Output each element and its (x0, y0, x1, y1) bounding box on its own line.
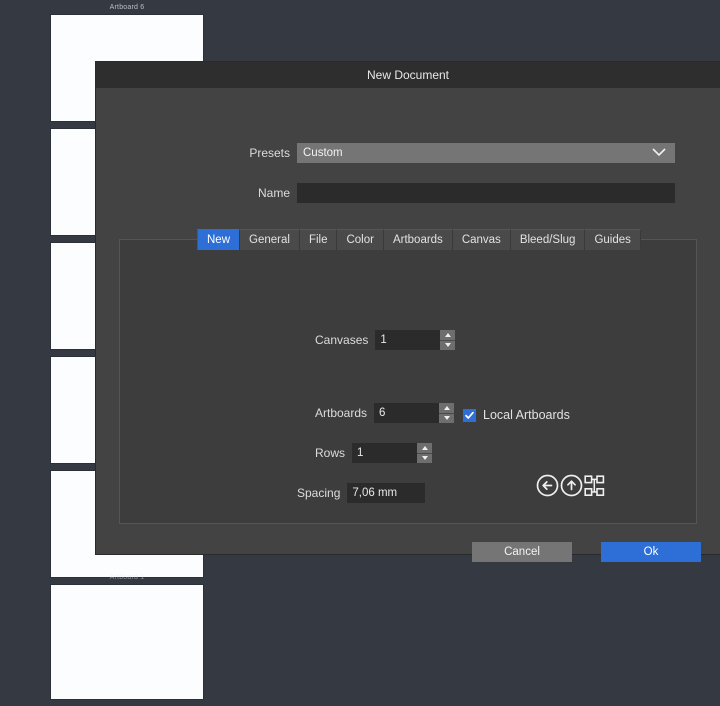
tab-label: New (207, 234, 231, 246)
local-artboards-label: Local Artboards (483, 408, 570, 422)
check-icon (465, 411, 474, 419)
dialog-tabbar: New General File Color Artboards Canvas Bleed/… (197, 229, 641, 250)
tab-label: Color (346, 234, 374, 246)
tab-artboards[interactable]: Artboards (383, 229, 453, 250)
chevron-down-icon (651, 144, 667, 162)
tab-label: Artboards (392, 234, 443, 246)
canvases-stepper-down[interactable] (440, 341, 455, 351)
spacing-label: Spacing (297, 486, 341, 500)
ok-button[interactable]: Ok (601, 542, 701, 562)
rows-stepper-down[interactable] (417, 454, 432, 464)
tab-bleed-slug[interactable]: Bleed/Slug (510, 229, 586, 250)
tab-new[interactable]: New (197, 229, 241, 250)
new-document-dialog: New Document Presets Custom Name New Gene… (96, 62, 720, 562)
presets-select[interactable]: Custom (297, 143, 675, 163)
tab-canvas[interactable]: Canvas (452, 229, 511, 250)
name-input[interactable] (297, 183, 675, 203)
rows-label: Rows (315, 446, 346, 460)
rows-stepper-up[interactable] (417, 443, 433, 454)
tab-label: Bleed/Slug (519, 234, 576, 246)
rows-value: 1 (357, 447, 364, 459)
artboards-stepper-down[interactable] (439, 414, 454, 424)
presets-row: Presets Custom (96, 143, 720, 163)
canvases-label: Canvases (315, 333, 369, 347)
artboards-label: Artboards (315, 406, 368, 420)
artboards-value: 6 (379, 407, 386, 419)
name-row: Name (96, 183, 720, 203)
tab-guides[interactable]: Guides (585, 229, 641, 250)
canvases-value: 1 (380, 334, 387, 346)
presets-label: Presets (249, 146, 290, 160)
tab-general[interactable]: General (240, 229, 300, 250)
distribute-grid-icon[interactable] (584, 474, 605, 502)
presets-select-value: Custom (303, 147, 343, 159)
tab-label: File (308, 234, 328, 246)
artboards-field[interactable]: 6 (374, 403, 455, 424)
arrow-left-circle-icon[interactable] (536, 474, 559, 502)
canvases-stepper-up[interactable] (440, 330, 456, 341)
tab-label: General (249, 234, 290, 246)
name-label: Name (257, 186, 290, 200)
dialog-body: Presets Custom Name New General File Color A… (96, 88, 720, 562)
rows-row: Rows 1 (315, 443, 433, 464)
tab-color[interactable]: Color (337, 229, 384, 250)
local-artboards-checkbox[interactable] (463, 408, 476, 422)
rows-stepper[interactable] (417, 443, 433, 464)
artboards-stepper[interactable] (439, 403, 455, 424)
row-layout-icons (536, 474, 605, 502)
tab-label: Canvas (461, 234, 501, 246)
spacing-row: Spacing 7,06 mm (297, 483, 426, 503)
artboards-stepper-up[interactable] (439, 403, 455, 414)
canvases-stepper[interactable] (440, 330, 456, 351)
dialog-titlebar: New Document (96, 62, 720, 88)
artboard-label: Artboard 1 (109, 574, 145, 581)
canvases-row: Canvases 1 (315, 330, 456, 351)
artboard-label: Artboard 6 (109, 4, 145, 11)
arrow-up-circle-icon[interactable] (560, 474, 583, 502)
local-artboards-row: Local Artboards (463, 408, 570, 422)
spacing-value: 7,06 mm (352, 487, 398, 499)
cancel-button[interactable]: Cancel (472, 542, 572, 562)
new-tab-panel: Canvases 1 Local Artboards Artboards 6 R… (119, 239, 697, 524)
dialog-title: New Document (366, 68, 450, 82)
tab-file[interactable]: File (299, 229, 338, 250)
artboards-row: Artboards 6 (315, 403, 455, 424)
canvases-field[interactable]: 1 (375, 330, 456, 351)
artboard[interactable] (50, 584, 204, 700)
rows-field[interactable]: 1 (352, 443, 433, 464)
spacing-field[interactable]: 7,06 mm (347, 483, 426, 503)
tab-label: Guides (594, 234, 631, 246)
